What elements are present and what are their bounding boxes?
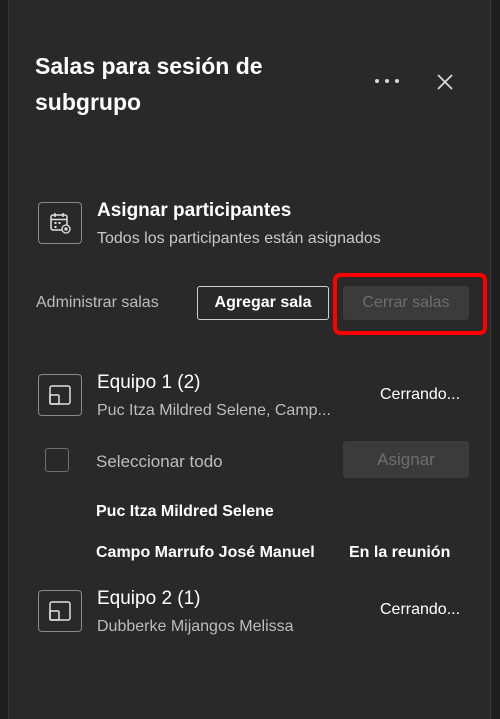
more-options-icon [375, 79, 399, 83]
room-members: Dubberke Mijangos Melissa [97, 618, 294, 635]
assign-participants-status: Todos los participantes están asignados [97, 230, 381, 247]
room-name[interactable]: Equipo 2 (1) [97, 588, 201, 610]
breakout-rooms-panel: Salas para sesión de subgrupo Asignar pa… [8, 0, 491, 719]
close-icon [437, 74, 453, 90]
panel-title: Salas para sesión de subgrupo [35, 53, 263, 115]
room-name[interactable]: Equipo 1 (2) [97, 372, 201, 394]
room-members: Puc Itza Mildred Selene, Camp... [97, 402, 331, 419]
manage-rooms-label: Administrar salas [36, 294, 159, 311]
participant-name[interactable]: Puc Itza Mildred Selene [96, 503, 274, 521]
more-options-button[interactable] [371, 68, 403, 94]
assign-button[interactable]: Asignar [343, 441, 469, 478]
room-icon[interactable] [38, 590, 82, 632]
assign-calendar-icon[interactable] [38, 202, 82, 244]
select-all-label[interactable]: Seleccionar todo [96, 452, 223, 472]
assign-participants-title[interactable]: Asignar participantes [97, 200, 291, 222]
add-room-button[interactable]: Agregar sala [197, 286, 329, 320]
room-status: Cerrando... [380, 601, 461, 618]
room-status: Cerrando... [380, 386, 461, 403]
close-button[interactable] [429, 66, 461, 98]
select-all-checkbox[interactable] [45, 448, 69, 472]
highlight-box [333, 273, 487, 335]
participant-name[interactable]: Campo Marrufo José Manuel [96, 544, 315, 562]
room-icon[interactable] [38, 374, 82, 416]
participant-status: En la reunión [349, 544, 451, 561]
